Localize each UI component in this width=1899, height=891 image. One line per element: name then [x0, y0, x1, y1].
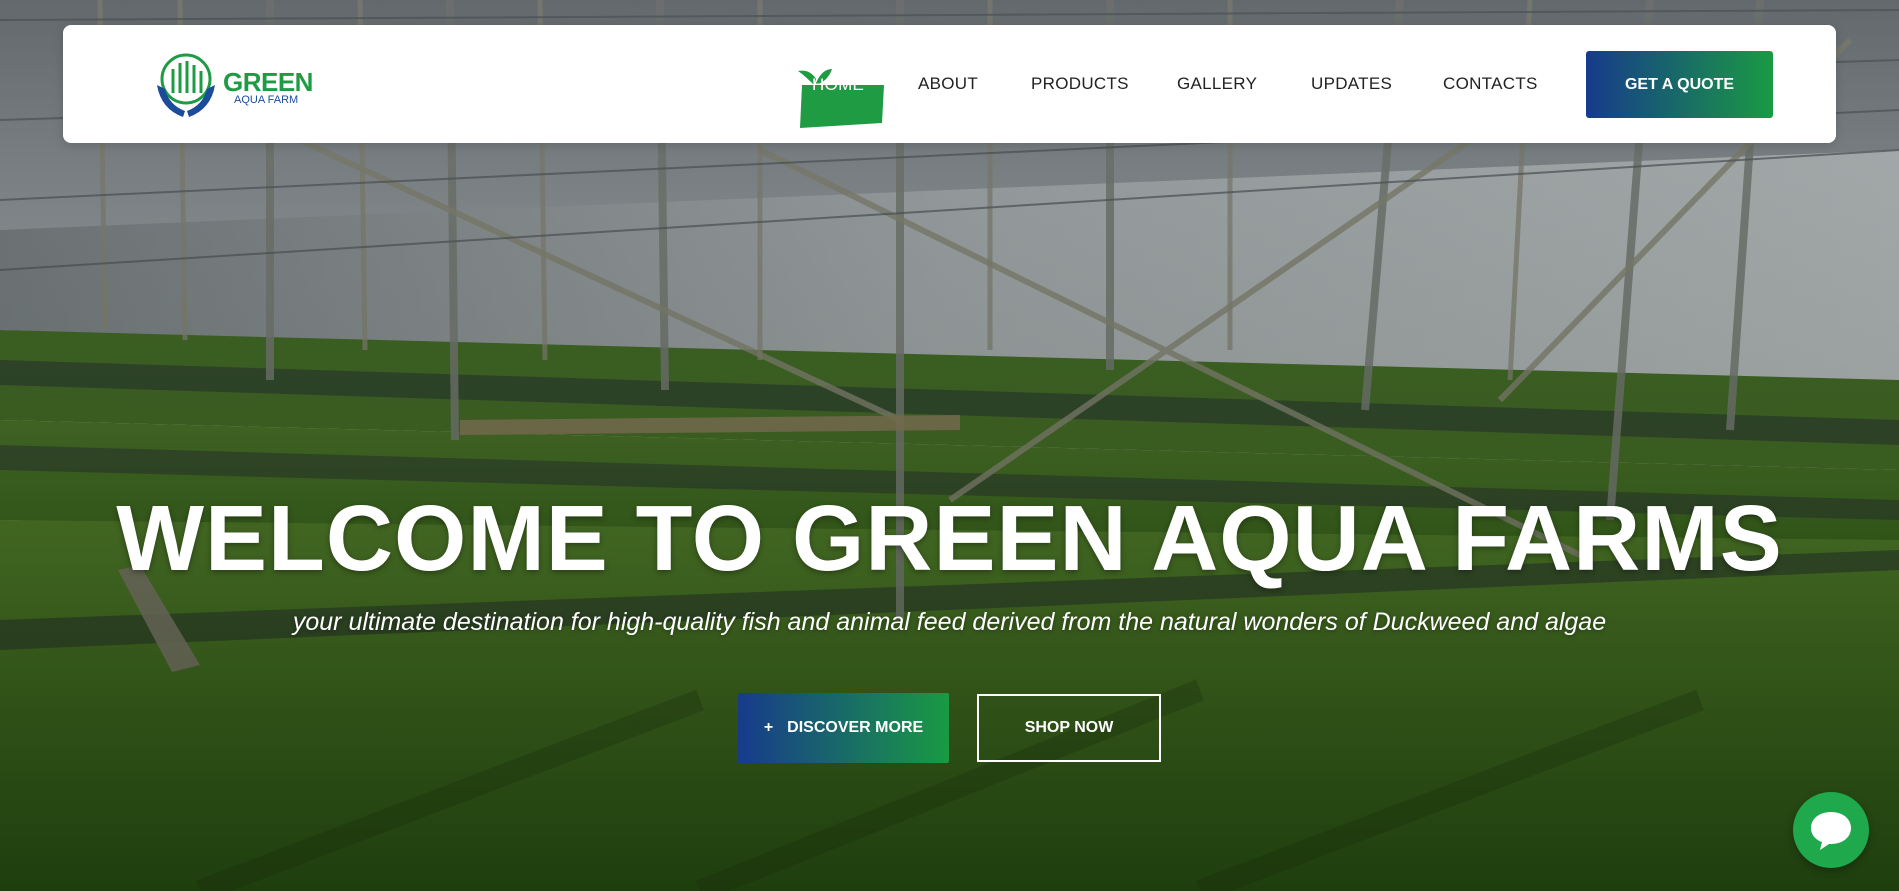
site-header: GREEN AQUA FARM HOME ABOUT PRODUCTS GALL…: [63, 25, 1836, 143]
plus-icon: +: [763, 719, 774, 736]
chat-widget-button[interactable]: [1793, 792, 1869, 868]
hero-subtitle: your ultimate destination for high-quali…: [292, 608, 1607, 636]
nav-item-updates[interactable]: UPDATES: [1311, 75, 1392, 93]
chat-bubble-icon: [1811, 812, 1851, 850]
discover-more-button[interactable]: + DISCOVER MORE: [738, 693, 949, 763]
discover-more-label: DISCOVER MORE: [787, 719, 924, 736]
shop-now-button[interactable]: SHOP NOW: [977, 694, 1161, 762]
nav-item-products[interactable]: PRODUCTS: [1031, 75, 1129, 93]
nav-item-about[interactable]: ABOUT: [918, 75, 978, 93]
nav-item-contacts[interactable]: CONTACTS: [1443, 75, 1538, 93]
main-navigation: HOME ABOUT PRODUCTS GALLERY UPDATES CONT…: [63, 25, 1836, 143]
nav-item-gallery[interactable]: GALLERY: [1177, 75, 1257, 93]
nav-item-label: HOME: [812, 75, 865, 94]
get-a-quote-button[interactable]: GET A QUOTE: [1586, 51, 1773, 118]
hero-title: WELCOME TO GREEN AQUA FARMS: [116, 486, 1783, 590]
nav-item-home[interactable]: HOME: [796, 65, 884, 128]
